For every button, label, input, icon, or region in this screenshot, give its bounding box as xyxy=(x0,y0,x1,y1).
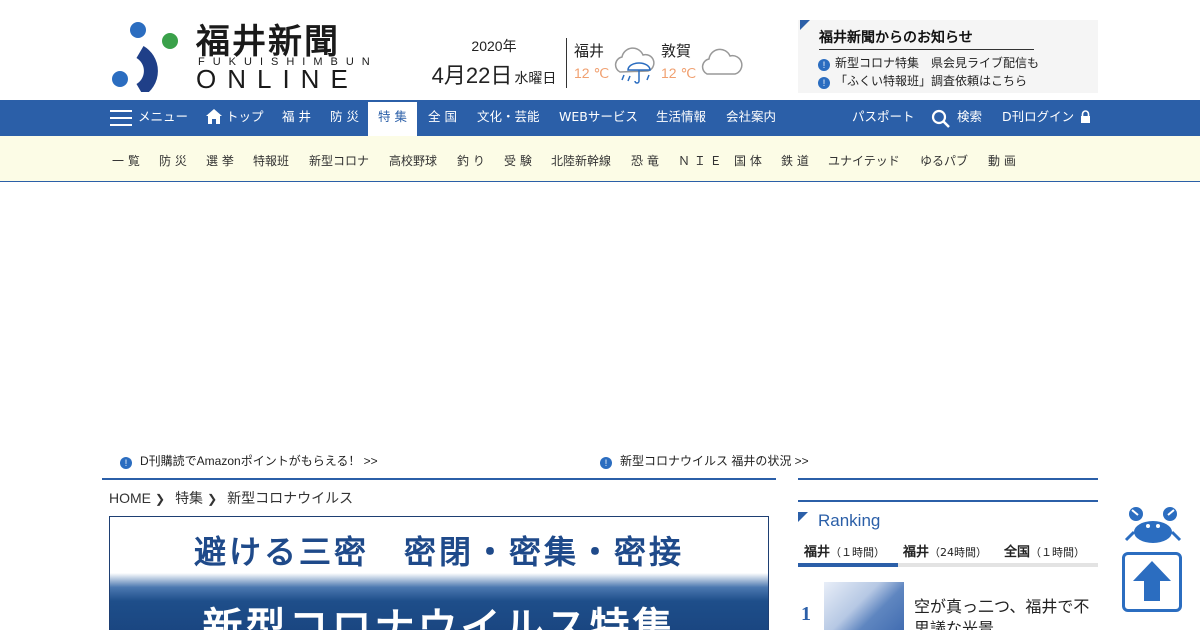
tab-label: 福井 xyxy=(804,545,831,560)
ranking-tab-fukui-24h[interactable]: 福井（24時間） xyxy=(903,541,987,560)
info-icon: ! xyxy=(818,59,830,71)
menu-icon[interactable] xyxy=(110,110,132,126)
notice-item-label: 「ふくい特報班」調査依頼はこちら xyxy=(835,74,1028,88)
lock-icon xyxy=(1081,110,1090,123)
logo-online: ONLINE xyxy=(196,64,359,94)
promo-label: D刊購読でAmazonポイントがもらえる！ >> xyxy=(140,454,378,468)
subnav-item[interactable]: 動 画 xyxy=(988,152,1016,169)
subnav-item[interactable]: 北陸新幹線 xyxy=(551,152,611,169)
nav-item-bunka[interactable]: 文化・芸能 xyxy=(477,100,540,136)
promo-link[interactable]: ! D刊購読でAmazonポイントがもらえる！ >> xyxy=(120,452,378,469)
subnav-item[interactable]: 受 験 xyxy=(504,152,532,169)
logo-icon[interactable] xyxy=(110,18,182,92)
site-header: 福井新聞 FUKUISHIMBUN ONLINE 2020年 4月22日 水曜日 … xyxy=(0,0,1200,100)
info-icon: ! xyxy=(120,457,132,469)
subnav-item[interactable]: 一 覧 xyxy=(112,152,140,169)
nav-item-fukui[interactable]: 福 井 xyxy=(282,100,311,136)
crab-icon[interactable] xyxy=(1124,506,1182,546)
breadcrumb: HOME ❯ 特集 ❯ 新型コロナウイルス xyxy=(109,488,353,508)
weather-city: 敦賀 xyxy=(661,43,692,60)
breadcrumb-home[interactable]: HOME xyxy=(109,490,151,506)
subnav-item[interactable]: ユナイテッド xyxy=(828,152,900,169)
notice-item[interactable]: ! 新型コロナ特集 県会見ライブ配信も xyxy=(818,54,1039,71)
nav-item-tokushu[interactable]: 特 集 xyxy=(368,102,417,136)
feature-banner[interactable]: 避ける三密 密閉・密集・密接 新型コロナウイルス特集 xyxy=(109,516,769,630)
weather-tsuruga: 敦賀 12 ℃ xyxy=(661,40,743,82)
subnav-item[interactable]: Ｎ Ｉ Ｅ xyxy=(678,152,722,169)
subnav-item[interactable]: 鉄 道 xyxy=(781,152,809,169)
nav-item-kaisha[interactable]: 会社案内 xyxy=(726,100,776,136)
tab-period: （24時間） xyxy=(929,546,988,559)
date-display: 2020年 4月22日 水曜日 xyxy=(428,36,560,90)
back-to-top-button[interactable] xyxy=(1122,552,1182,612)
chevron-right-icon: ❯ xyxy=(207,492,218,506)
subnav-item[interactable]: 高校野球 xyxy=(389,152,437,169)
divider xyxy=(798,500,1098,502)
banner-title: 新型コロナウイルス特集 xyxy=(202,605,676,630)
search-button[interactable]: 検索 xyxy=(957,100,982,136)
tab-period: （１時間） xyxy=(830,546,886,559)
subnav-item[interactable]: 防 災 xyxy=(159,152,187,169)
weather-fukui: 福井 12 ℃ xyxy=(574,40,655,84)
breadcrumb-tokushu[interactable]: 特集 xyxy=(175,490,203,506)
ranking-tab-zenkoku-1h[interactable]: 全国（１時間） xyxy=(1004,541,1085,560)
divider xyxy=(566,38,567,88)
chevron-right-icon: ❯ xyxy=(155,492,166,506)
rain-cloud-umbrella-icon xyxy=(614,47,655,84)
tab-label: 全国 xyxy=(1004,545,1031,560)
corner-mark xyxy=(798,512,808,522)
weather-temp: 12 ℃ xyxy=(661,65,697,81)
notice-item-label: 新型コロナ特集 県会見ライブ配信も xyxy=(835,56,1040,70)
subnav-item[interactable]: 選 挙 xyxy=(206,152,234,169)
divider xyxy=(102,478,776,480)
breadcrumb-current: 新型コロナウイルス xyxy=(227,490,354,506)
date-year: 2020年 xyxy=(471,38,517,54)
ranking-article-title[interactable]: 空が真っ二つ、福井で不思議な光景 xyxy=(914,596,1094,630)
info-icon: ! xyxy=(600,457,612,469)
nav-item-zenkoku[interactable]: 全 国 xyxy=(428,100,457,136)
promo-link[interactable]: ! 新型コロナウイルス 福井の状況 >> xyxy=(600,452,809,469)
banner-tagline: 避ける三密 密閉・密集・密接 xyxy=(193,533,684,571)
corner-mark xyxy=(800,20,810,30)
tab-indicator xyxy=(798,563,898,567)
ranking-tab-fukui-1h[interactable]: 福井（１時間） xyxy=(804,541,885,560)
nav-item-seikatsu[interactable]: 生活情報 xyxy=(656,100,706,136)
nav-item-bousai[interactable]: 防 災 xyxy=(330,100,359,136)
subnav-item[interactable]: 新型コロナ xyxy=(309,152,369,169)
passport-link[interactable]: パスポート xyxy=(852,100,915,136)
notice-box: 福井新聞からのお知らせ ! 新型コロナ特集 県会見ライブ配信も ! 「ふくい特報班」… xyxy=(798,20,1098,93)
weather-temp: 12 ℃ xyxy=(574,65,610,81)
subnav-item[interactable]: 国 体 xyxy=(734,152,762,169)
subnav-item[interactable]: ゆるパブ xyxy=(920,152,968,169)
subnav-item[interactable]: 恐 竜 xyxy=(631,152,659,169)
tab-period: （１時間） xyxy=(1030,546,1086,559)
notice-item[interactable]: ! 「ふくい特報班」調査依頼はこちら xyxy=(818,72,1027,89)
nav-item-top[interactable]: トップ xyxy=(226,100,264,136)
home-icon[interactable] xyxy=(205,108,223,125)
date-weekday: 水曜日 xyxy=(514,70,557,86)
main-nav: メニュー トップ 福 井 防 災 特 集 全 国 文化・芸能 WEBサービス 生… xyxy=(0,100,1200,136)
date-month-day: 4月22日 xyxy=(431,63,513,88)
divider xyxy=(798,478,1098,480)
ranking-title: Ranking xyxy=(818,511,881,530)
subnav-item[interactable]: 釣 り xyxy=(457,152,485,169)
ranking-thumbnail[interactable] xyxy=(824,582,904,630)
date-main: 4月22日 水曜日 xyxy=(428,58,560,90)
menu-button[interactable]: メニュー xyxy=(138,100,188,136)
rank-number: 1 xyxy=(801,603,811,625)
search-icon[interactable] xyxy=(931,109,951,129)
weather-city: 福井 xyxy=(574,43,605,60)
subnav-item[interactable]: 特報班 xyxy=(253,152,289,169)
arrow-up-icon xyxy=(1133,561,1171,601)
promo-label: 新型コロナウイルス 福井の状況 >> xyxy=(620,454,809,468)
info-icon: ! xyxy=(818,77,830,89)
cloud-icon xyxy=(701,48,743,75)
nav-item-web[interactable]: WEBサービス xyxy=(559,100,638,136)
tab-label: 福井 xyxy=(903,545,930,560)
notice-title: 福井新聞からのお知らせ xyxy=(819,27,1034,50)
login-button[interactable]: D刊ログイン xyxy=(1002,100,1074,136)
sub-nav: 一 覧 防 災 選 挙 特報班 新型コロナ 高校野球 釣 り 受 験 北陸新幹線… xyxy=(0,136,1200,182)
